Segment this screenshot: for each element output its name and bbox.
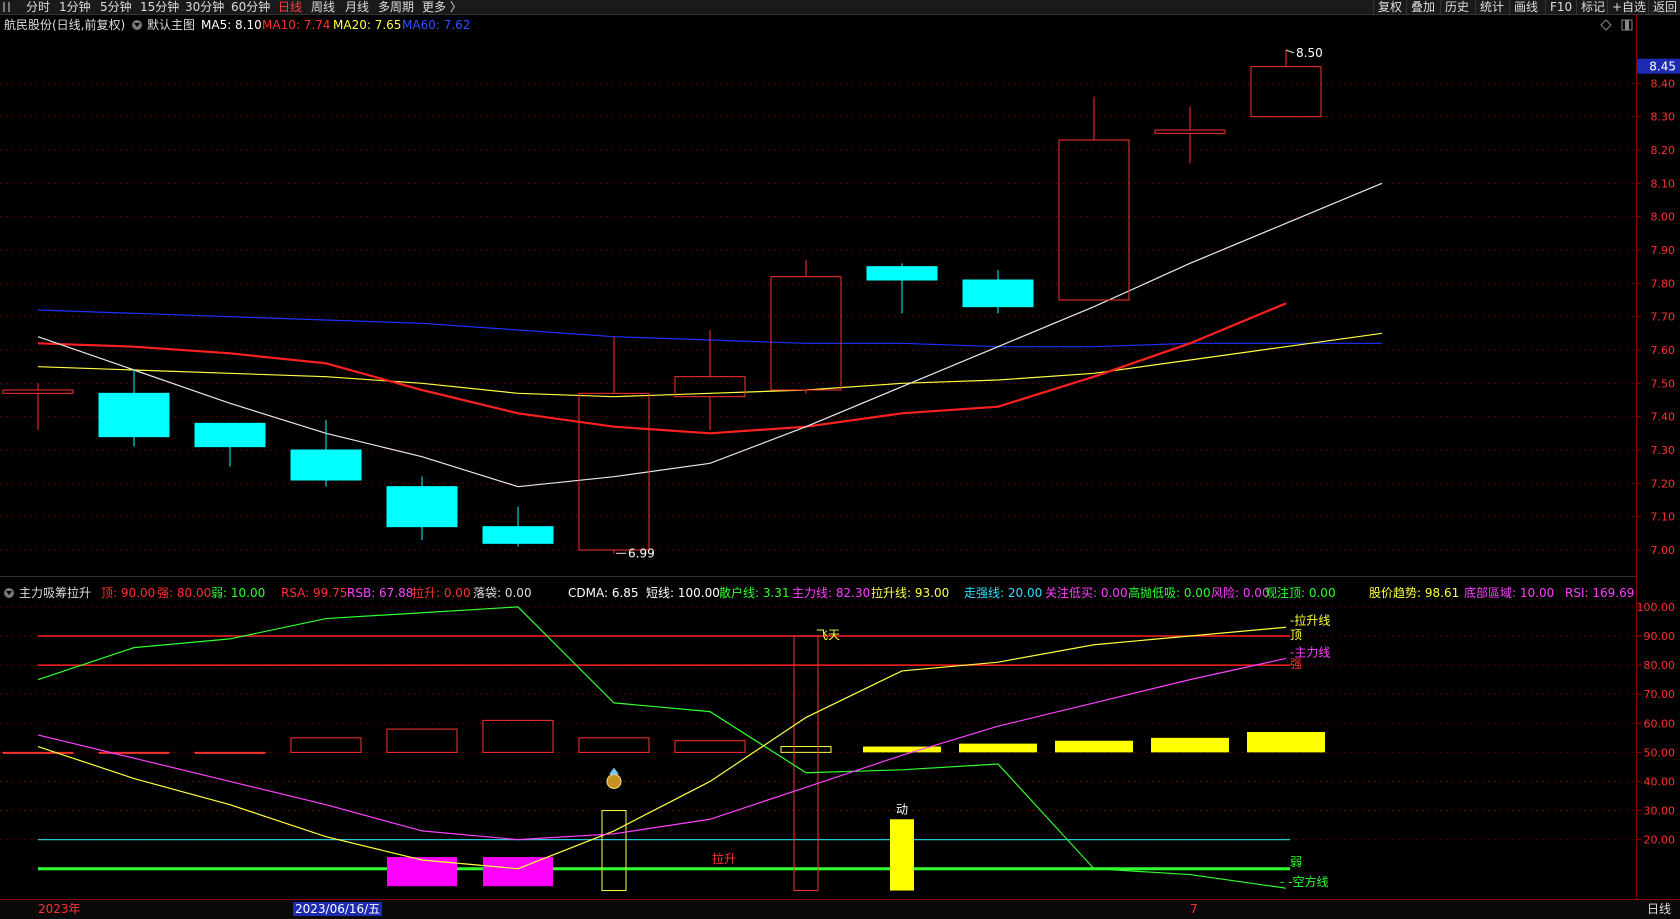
- candle-body[interactable]: [482, 526, 554, 544]
- kline-chart[interactable]: 8.40 8.30 8.20 8.10 8.00 7.90 7.80 7.70 7.60 7.50…: [0, 0, 1680, 918]
- indicator-tick-label: 60.00: [1644, 717, 1676, 730]
- price-tick-label: 7.70: [1651, 311, 1676, 324]
- candle-body[interactable]: [290, 449, 362, 481]
- price-tick-label: 8.10: [1651, 177, 1676, 190]
- red-signal-box: [386, 728, 458, 753]
- red-signal-box: [578, 737, 650, 753]
- red-signal-box: [194, 751, 266, 754]
- candle-body[interactable]: [1250, 66, 1322, 118]
- price-tick-label: 7.30: [1651, 444, 1676, 457]
- red-hollow-bar: [793, 635, 819, 892]
- price-tick-label: 8.40: [1651, 77, 1676, 90]
- indicator-tick-label: 40.00: [1644, 775, 1676, 788]
- top-end-label: 顶: [1290, 628, 1302, 642]
- price-tick-label: 7.50: [1651, 377, 1676, 390]
- indicator-tick-label: 100.00: [1637, 601, 1676, 614]
- date-axis[interactable]: 2023年 2023/06/16/五 7 日线: [0, 899, 1680, 919]
- candle-body[interactable]: [98, 392, 170, 438]
- rise-line-label: -拉升线: [1290, 612, 1330, 627]
- weak-end-label: 弱: [1290, 855, 1302, 869]
- yellow-signal-bar: [1247, 732, 1325, 753]
- candle-body[interactable]: [962, 279, 1034, 308]
- ma10-line: [37, 302, 1287, 435]
- magenta-bottom-block: [387, 857, 457, 887]
- high-pointer: [1285, 49, 1295, 54]
- price-tick-label: 7.20: [1651, 477, 1676, 490]
- yellow-signal-bar: [1055, 740, 1133, 753]
- pull-annotation: 拉升: [712, 851, 736, 866]
- yellow-solid-bar: [890, 819, 914, 891]
- crosshair-date-label: 2023/06/16/五: [293, 902, 383, 916]
- price-tick-label: 7.10: [1651, 511, 1676, 524]
- empty-line-label: - -空方线: [1280, 874, 1328, 889]
- price-tick-label: 8.30: [1651, 111, 1676, 124]
- high-price-label: 8.50: [1296, 46, 1323, 60]
- yellow-signal-bar: [959, 743, 1037, 753]
- red-signal-box: [290, 737, 362, 753]
- price-tick-label: 7.90: [1651, 244, 1676, 257]
- main-line-label: -主力线: [1290, 645, 1330, 659]
- candle-body[interactable]: [194, 422, 266, 448]
- low-price-label: 6.99: [628, 546, 655, 560]
- year-label: 2023年: [38, 902, 81, 916]
- money-bag-icon: [606, 773, 622, 789]
- price-tick-label: 7.40: [1651, 411, 1676, 424]
- red-signal-box: [674, 740, 746, 753]
- price-tick-label: 7.00: [1651, 544, 1676, 557]
- candle-body[interactable]: [2, 389, 74, 394]
- yellow-signal-bar: [1151, 737, 1229, 753]
- indicator-tick-label: 70.00: [1644, 688, 1676, 701]
- indicator-tick-label: 80.00: [1644, 659, 1676, 672]
- yellow-hollow-bar: [601, 810, 627, 892]
- candle-body[interactable]: [866, 266, 938, 281]
- magenta-bottom-block: [483, 857, 553, 887]
- candle-body[interactable]: [1154, 129, 1226, 134]
- period-indicator: 日线: [1647, 902, 1672, 916]
- month-marker: 7: [1190, 902, 1198, 916]
- price-tick-label: 7.80: [1651, 277, 1676, 290]
- candle-body[interactable]: [770, 276, 842, 391]
- candle-body[interactable]: [1058, 139, 1130, 301]
- price-tick-label: 8.00: [1651, 211, 1676, 224]
- indicator-tick-label: 90.00: [1644, 630, 1676, 643]
- red-signal-box: [2, 751, 74, 754]
- move-annotation: 动: [896, 802, 908, 816]
- price-tick-label: 8.20: [1651, 144, 1676, 157]
- indicator-tick-label: 50.00: [1644, 746, 1676, 759]
- yellow-outline-box: [780, 746, 832, 753]
- fly-annotation: 飞天: [816, 628, 840, 642]
- money-bag-tie-icon: [609, 767, 619, 775]
- current-price-label: 8.45: [1649, 60, 1676, 74]
- price-tick-label: 7.60: [1651, 344, 1676, 357]
- indicator-tick-label: 30.00: [1644, 805, 1676, 818]
- indicator-tick-label: 20.00: [1644, 834, 1676, 847]
- candle-body[interactable]: [386, 486, 458, 528]
- red-signal-box: [482, 719, 554, 753]
